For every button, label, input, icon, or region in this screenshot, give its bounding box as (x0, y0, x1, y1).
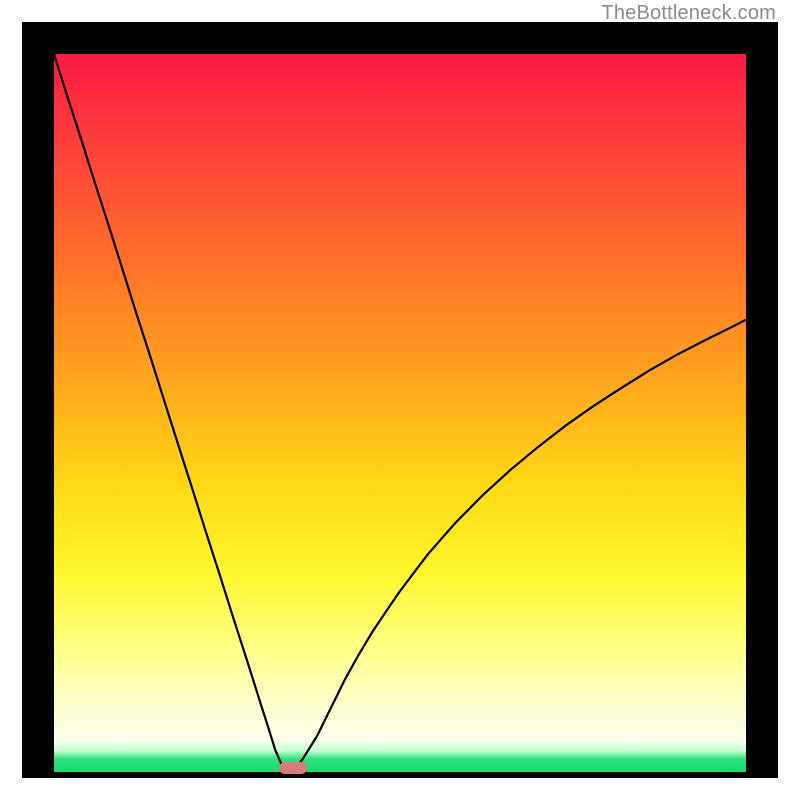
bottleneck-curve (54, 54, 746, 772)
plot-frame (22, 22, 778, 778)
optimal-marker (279, 762, 307, 774)
chart-container: TheBottleneck.com (0, 0, 800, 800)
curve-path (54, 54, 746, 768)
plot-gradient-area (54, 54, 746, 772)
